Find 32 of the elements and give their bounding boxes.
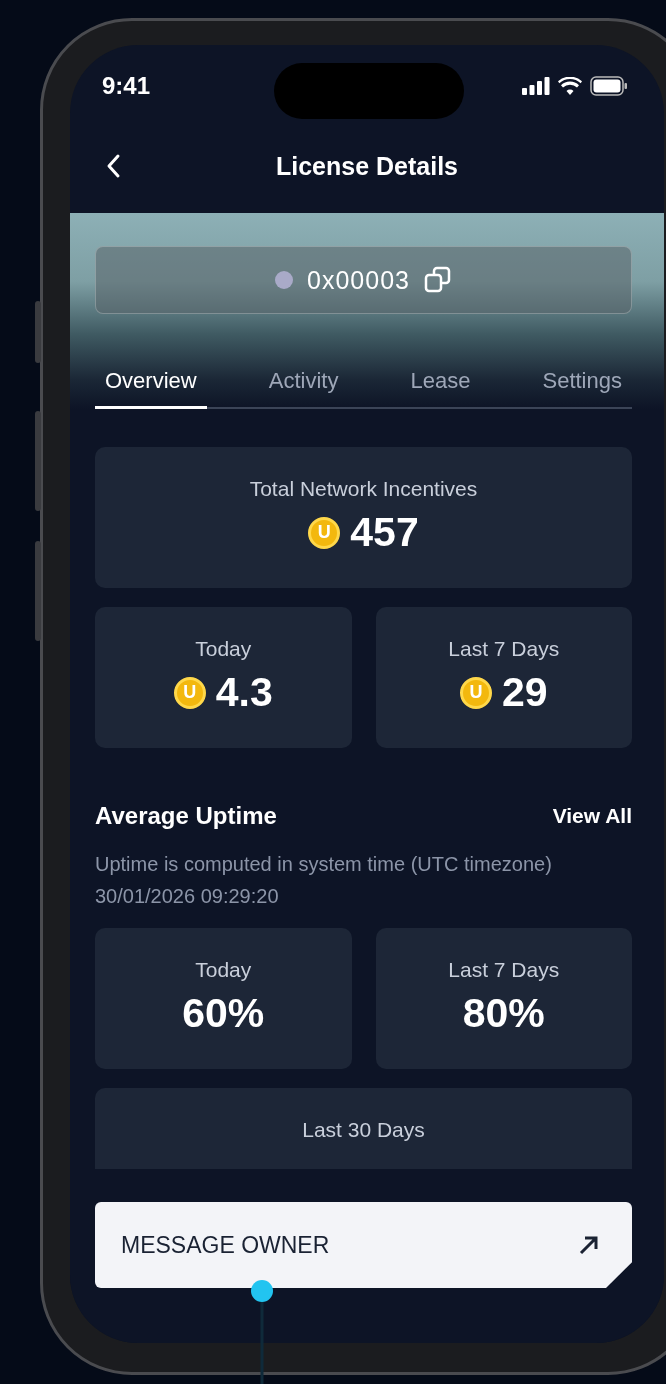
uptime-note: Uptime is computed in system time (UTC timezone) (95, 852, 553, 877)
coin-icon: U (173, 676, 206, 709)
battery-icon (590, 76, 628, 96)
card-label: Total Network Incentives (249, 477, 478, 501)
copy-icon[interactable] (423, 266, 452, 294)
status-dot (275, 271, 294, 289)
card-value: 4.3 (215, 669, 273, 716)
message-owner-button[interactable]: MESSAGE OWNER (95, 1202, 632, 1288)
tab[interactable]: Lease (400, 364, 481, 409)
status-time: 9:41 (102, 72, 151, 100)
card-value: 60% (182, 990, 265, 1037)
card-value: 80% (462, 990, 545, 1037)
page-title: License Details (276, 151, 458, 181)
tab[interactable]: Activity (258, 364, 349, 409)
arrow-icon (578, 1234, 600, 1256)
card-value: 29 (501, 669, 548, 716)
signal-icon (522, 77, 550, 95)
card-label: Last 7 Days (448, 637, 560, 661)
tab[interactable]: Overview (95, 364, 207, 409)
card-value: 457 (350, 509, 419, 556)
card-label: Last 7 Days (448, 958, 560, 982)
view-all-link[interactable]: View All (552, 804, 632, 828)
coin-icon: U (308, 516, 341, 549)
tab[interactable]: Settings (532, 364, 632, 409)
wifi-icon (558, 77, 582, 95)
card-label: Last 30 Days (302, 1118, 425, 1142)
coin-icon: U (459, 676, 492, 709)
license-id: 0x00003 (307, 265, 410, 295)
card-label: Today (195, 958, 252, 982)
section-title: Average Uptime (95, 802, 277, 830)
card-label: Today (195, 637, 252, 661)
uptime-timestamp: 30/01/2026 09:29:20 (95, 884, 280, 909)
